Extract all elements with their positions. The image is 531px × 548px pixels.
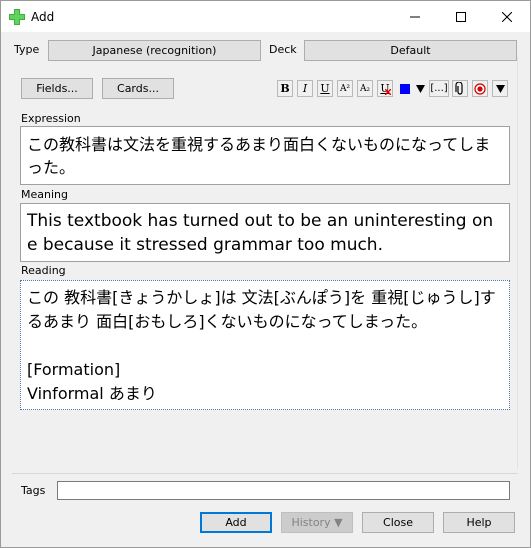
- separator: [12, 473, 518, 474]
- cloze-icon: [...]: [430, 83, 448, 94]
- bold-icon: B: [280, 82, 290, 95]
- field-label-expression: Expression: [21, 112, 81, 125]
- more-options-button[interactable]: [492, 80, 508, 97]
- record-audio-button[interactable]: [472, 80, 488, 97]
- tags-input[interactable]: [57, 481, 510, 500]
- underline-icon: U: [320, 82, 330, 95]
- text-color-dropdown[interactable]: [413, 80, 427, 97]
- deck-label: Deck: [269, 43, 297, 56]
- tags-label: Tags: [21, 484, 46, 497]
- fields-button[interactable]: Fields...: [21, 78, 93, 99]
- subscript-icon: A₂: [359, 83, 371, 94]
- italic-icon: I: [302, 82, 308, 95]
- attach-button[interactable]: [452, 80, 468, 97]
- field-label-meaning: Meaning: [21, 188, 68, 201]
- field-editor-expression[interactable]: この教科書は文法を重視するあまり面白くないものになってしまった。: [20, 126, 510, 185]
- type-label: Type: [14, 43, 40, 56]
- close-window-button[interactable]: [484, 1, 530, 32]
- color-swatch: [400, 83, 410, 94]
- minimize-icon: [410, 16, 420, 17]
- clear-format-button[interactable]: U: [377, 80, 393, 97]
- triangle-down-icon: [415, 84, 425, 93]
- add-plus-icon: [9, 9, 25, 25]
- bold-button[interactable]: B: [277, 80, 293, 97]
- field-editor-reading[interactable]: この 教科書[きょうかしょ]は 文法[ぶんぽう]を 重視[じゅうし]するあまり …: [20, 280, 510, 410]
- deck-button[interactable]: Default: [304, 40, 517, 61]
- superscript-icon: A²: [339, 83, 351, 94]
- record-icon: [474, 82, 486, 95]
- window-title: Add: [31, 10, 55, 24]
- underline-button[interactable]: U: [317, 80, 333, 97]
- note-type-button[interactable]: Japanese (recognition): [48, 40, 261, 61]
- superscript-button[interactable]: A²: [337, 80, 353, 97]
- close-button[interactable]: Close: [362, 512, 434, 533]
- minimize-button[interactable]: [392, 1, 438, 32]
- text-color-button[interactable]: [397, 80, 413, 97]
- add-button[interactable]: Add: [200, 512, 272, 533]
- triangle-down-icon: [495, 84, 505, 93]
- maximize-icon: [456, 11, 466, 22]
- help-button[interactable]: Help: [443, 512, 515, 533]
- add-window: Add Type Japanese (recognition) Deck Def…: [0, 0, 531, 548]
- cloze-button[interactable]: [...]: [429, 80, 449, 97]
- field-text-reading: この 教科書[きょうかしょ]は 文法[ぶんぽう]を 重視[じゅうし]するあまり …: [27, 288, 496, 403]
- paperclip-icon: [455, 82, 463, 95]
- field-text-expression: この教科書は文法を重視するあまり面白くないものになってしまった。: [27, 135, 491, 177]
- subscript-button[interactable]: A₂: [357, 80, 373, 97]
- red-x-icon: [385, 89, 391, 95]
- field-editor-meaning[interactable]: This textbook has turned out to be an un…: [20, 203, 510, 262]
- italic-button[interactable]: I: [297, 80, 313, 97]
- maximize-button[interactable]: [438, 1, 484, 32]
- field-text-meaning: This textbook has turned out to be an un…: [27, 211, 494, 255]
- field-label-reading: Reading: [21, 264, 66, 277]
- scroll-area-edge: [517, 57, 518, 469]
- cards-button[interactable]: Cards...: [102, 78, 174, 99]
- title-bar: Add: [1, 1, 530, 32]
- history-button[interactable]: History ▼: [281, 512, 353, 533]
- close-icon: [502, 11, 512, 22]
